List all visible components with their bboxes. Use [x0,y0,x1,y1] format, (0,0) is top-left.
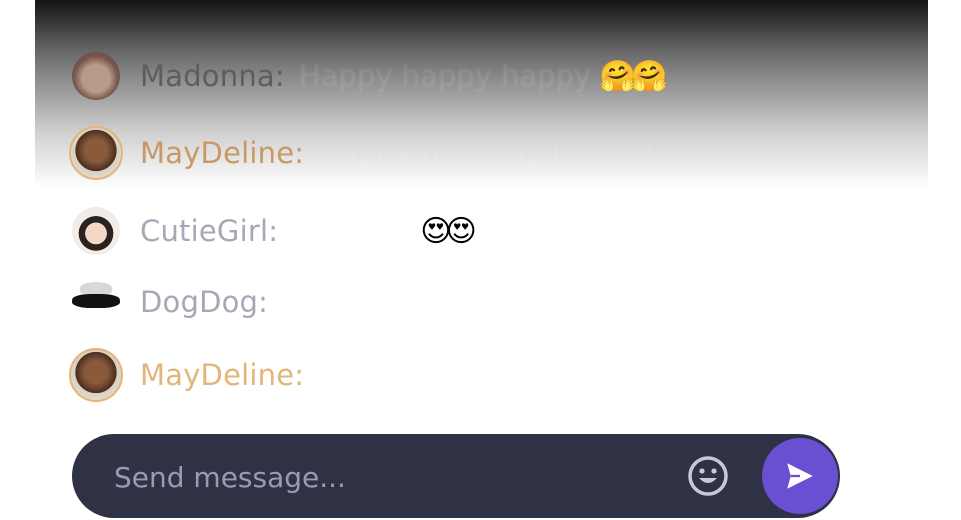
message-input[interactable] [112,456,676,498]
message-item: CutieGirl: 😍😍 [72,206,477,256]
sender-name[interactable]: MayDeline: [140,358,304,392]
sender-name[interactable]: CutieGirl: [140,214,278,248]
message-item: Madonna: Happy happy happy 🤗🤗 [72,51,668,101]
message-emoji: 😍😍 [420,213,477,249]
sender-name[interactable]: Madonna: [140,59,285,93]
message-item: MayDeline: Happy birthday to you! [69,126,655,180]
message-item: MayDeline: [69,348,304,402]
send-button[interactable] [762,438,838,514]
message-emoji: 🤗🤗 [599,58,668,94]
message-composer [72,434,840,518]
emoji-button[interactable] [686,454,730,498]
avatar[interactable] [72,52,120,100]
avatar[interactable] [69,348,123,402]
sender-name[interactable]: DogDog: [140,285,268,319]
message-item: DogDog: [72,277,268,327]
message-text: Happy birthday to you! [318,136,655,170]
avatar[interactable] [72,278,120,326]
message-list: Madonna: Happy happy happy 🤗🤗 MayDeline:… [0,0,961,420]
message-text: Happy happy happy [298,59,592,93]
avatar[interactable] [69,126,123,180]
avatar[interactable] [72,207,120,255]
send-icon [787,463,813,489]
sender-name[interactable]: MayDeline: [140,136,304,170]
smiley-icon [688,456,728,496]
